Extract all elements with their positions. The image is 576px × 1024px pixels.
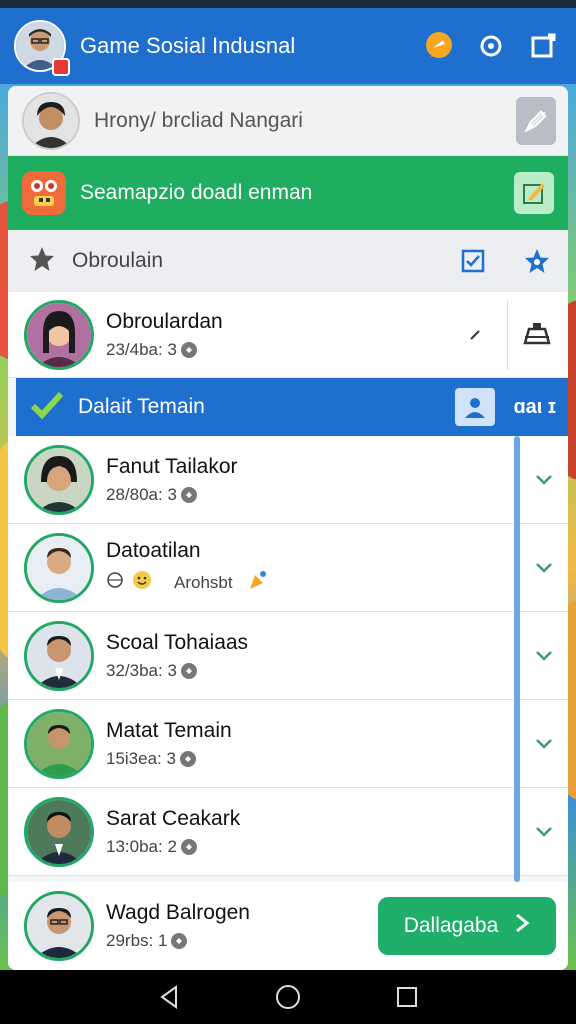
party-icon [247, 569, 269, 596]
friend-name: Wagd Balrogen [106, 901, 250, 924]
status-dot-icon [180, 662, 197, 679]
friend-avatar [24, 620, 94, 691]
friend-row[interactable]: Scoal Tohaiaas 32/3ba: 3 [8, 612, 568, 700]
divider [507, 299, 508, 370]
promo-action-button[interactable] [514, 172, 554, 214]
favorite-star-icon[interactable] [522, 246, 552, 276]
chevron-down-icon[interactable] [534, 822, 554, 842]
globe-icon [106, 571, 124, 594]
friend-status: 15i3ea: 3 [106, 748, 176, 768]
chevron-down-icon[interactable] [534, 646, 554, 666]
settings-icon[interactable] [472, 27, 510, 65]
friend-name: Datoatilan [106, 539, 201, 562]
system-nav-bar [0, 970, 576, 1024]
friend-row[interactable]: Sarat Ceakark 13:0ba: 2 [8, 788, 568, 876]
friend-name: Fanut Tailakor [106, 454, 238, 478]
more-icon[interactable] [465, 325, 485, 345]
pinned-friend-row[interactable]: Obroulardan 23/4ba: 3 [8, 292, 568, 378]
status-dot-icon [179, 750, 196, 767]
friend-name: Matat Temain [106, 718, 232, 742]
friend-avatar [24, 444, 94, 515]
chat-bubble-icon[interactable] [420, 27, 458, 65]
friend-row[interactable]: Datoatilan Arohsbt [8, 524, 568, 612]
brush-icon [523, 183, 545, 204]
friend-list-title: Dalait Temain [78, 395, 205, 418]
pen-icon [524, 109, 547, 133]
game-icon[interactable] [520, 318, 554, 352]
friend-status: 32/3ba: 3 [106, 660, 177, 680]
friend-row[interactable]: Fanut Tailakor 28/80a: 3 [8, 436, 568, 524]
friend-status: 28/80a: 3 [106, 484, 177, 504]
status-dot-icon [180, 838, 197, 855]
add-friend-button[interactable] [455, 388, 496, 426]
edit-profile-button[interactable] [516, 96, 556, 145]
status-bar [0, 0, 576, 8]
friend-list-header: Dalait Temain ɑаι ɪ [16, 378, 568, 436]
notification-badge [52, 58, 70, 76]
friend-status: 23/4ba: 3 [106, 339, 177, 359]
friend-avatar [24, 299, 94, 370]
checkbox-icon[interactable] [458, 246, 488, 276]
emoji-icon [132, 570, 152, 595]
app-header: Game Sosial Indusnal [0, 8, 576, 84]
main-panel: Hrony/ brcliad Nangari Seamapzio doadl e… [8, 86, 568, 970]
person-icon [465, 398, 486, 418]
promo-banner[interactable]: Seamapzio doadl enman [8, 156, 568, 230]
friend-avatar [24, 708, 94, 779]
scrollbar[interactable] [514, 436, 520, 882]
profile-name: Hrony/ brcliad Nangari [94, 108, 303, 132]
promo-text: Seamapzio doadl enman [80, 181, 313, 204]
friend-status: 29rbs: 1 [106, 931, 168, 950]
friend-row[interactable]: Wagd Balrogen 29rbs: 1 Dallagaba [8, 882, 568, 970]
check-icon [30, 390, 64, 425]
game-controller-icon [22, 171, 66, 215]
friend-name: Scoal Tohaiaas [106, 630, 249, 654]
friend-count: ɑаι ɪ [513, 395, 556, 418]
friend-row[interactable]: Matat Temain 15i3ea: 3 [8, 700, 568, 788]
friend-status: 13:0ba: 2 [106, 836, 177, 856]
chevron-down-icon[interactable] [534, 470, 554, 490]
friend-name: Sarat Ceakark [106, 806, 241, 830]
invite-button[interactable]: Dallagaba [378, 897, 556, 955]
friend-avatar [24, 891, 94, 961]
section-header: Obroulain [8, 230, 568, 292]
profile-avatar [22, 91, 80, 150]
home-icon[interactable] [273, 982, 303, 1012]
chevron-right-icon [514, 913, 530, 939]
status-dot-icon [180, 486, 197, 503]
profile-row[interactable]: Hrony/ brcliad Nangari [8, 86, 568, 156]
chevron-down-icon[interactable] [534, 558, 554, 578]
edit-square-icon[interactable] [524, 27, 562, 65]
friend-status: Arohsbt [174, 572, 233, 592]
status-dot-icon [171, 933, 188, 949]
recents-icon[interactable] [392, 982, 422, 1012]
app-title: Game Sosial Indusnal [80, 33, 296, 58]
invite-button-label: Dallagaba [403, 914, 499, 937]
friend-name: Obroulardan [106, 309, 223, 333]
back-icon[interactable] [154, 982, 184, 1012]
friend-avatar [24, 532, 94, 603]
section-label: Obroulain [72, 249, 164, 272]
friend-avatar [24, 796, 94, 867]
status-dot-icon [180, 341, 197, 358]
star-icon [28, 245, 56, 278]
chevron-down-icon[interactable] [534, 734, 554, 754]
